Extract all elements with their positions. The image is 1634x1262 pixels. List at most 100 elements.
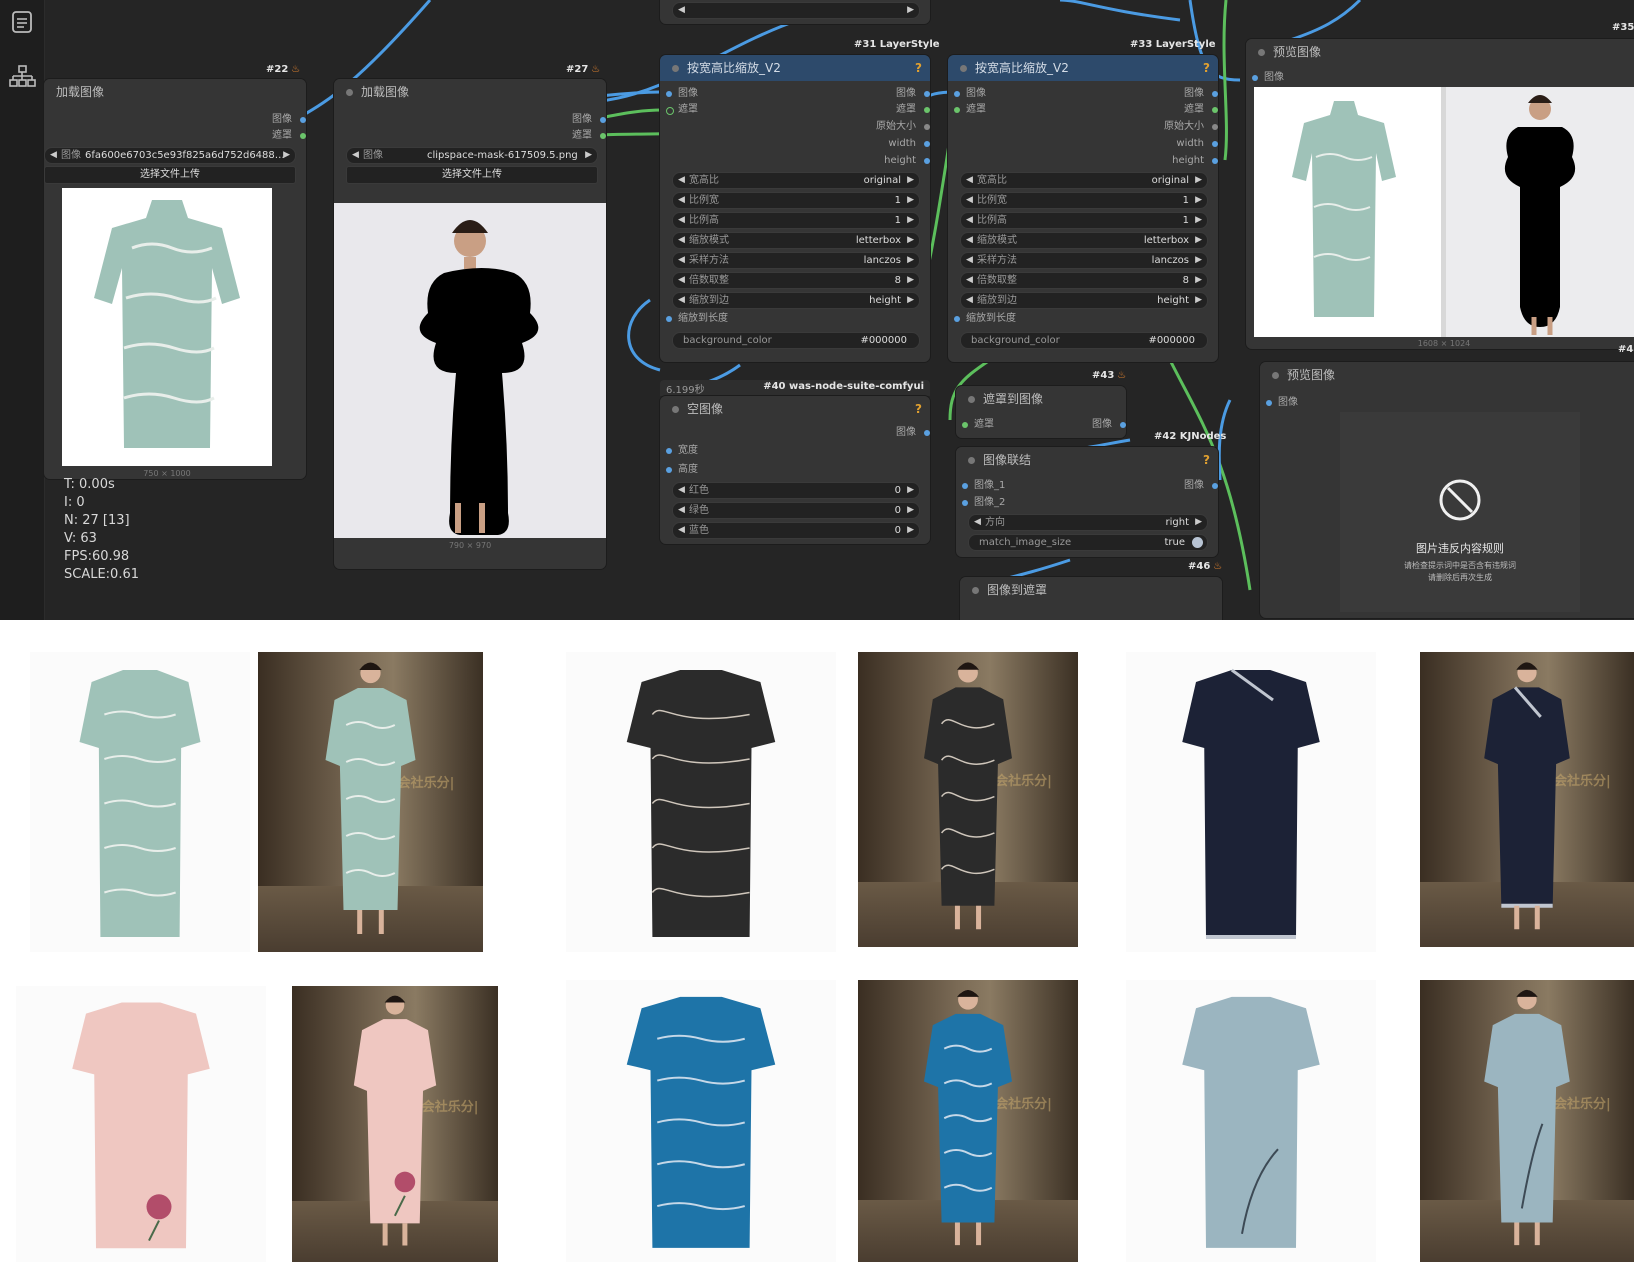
output-height[interactable]: height — [884, 154, 930, 168]
output-image[interactable]: 图像 — [1184, 87, 1218, 101]
stat-time: T: 0.00s — [64, 477, 115, 492]
stat-fps: FPS:60.98 — [64, 549, 130, 564]
image-file-select[interactable]: ◀ 图像 6fa600e6703c5e93f825a6d752d6488… ▶ — [44, 147, 296, 164]
input-image[interactable]: 图像 — [1266, 396, 1298, 410]
node-title[interactable]: 预览图像 — [1260, 362, 1634, 388]
round-multiple-widget[interactable]: ◀ 倍数取整 8 ▶ — [960, 272, 1208, 289]
input-mask[interactable]: 遮罩 — [962, 418, 994, 432]
image-file-select[interactable]: ◀ 图像 clipspace-mask-617509.5.png ▶ — [346, 147, 598, 164]
loaded-image-masked-model — [334, 203, 606, 538]
load-image-node-22[interactable]: 加载图像 图像 遮罩 ◀ 图像 6fa600e6703c5e93f825a6d75… — [44, 79, 306, 479]
output-width[interactable]: width — [888, 137, 930, 151]
aspect-ratio-widget[interactable]: ◀ 宽高比 original ▶ — [672, 172, 920, 189]
scale-by-aspect-node-33[interactable]: 按宽高比缩放_V2? 图像 遮罩 图像 遮罩 原始大小 width height… — [948, 55, 1218, 362]
scale-to-side-widget[interactable]: ◀ 缩放到边 height ▶ — [960, 292, 1208, 309]
blocked-line2: 请删除后再次生成 — [1428, 573, 1492, 582]
output-original-size[interactable]: 原始大小 — [876, 120, 930, 134]
output-image[interactable]: 图像 — [572, 113, 606, 127]
node-title[interactable]: 图像到遮罩 — [960, 577, 1222, 603]
ratio-width-widget[interactable]: ◀ 比例宽 1 ▶ — [960, 192, 1208, 209]
ratio-width-widget[interactable]: ◀ 比例宽 1 ▶ — [672, 192, 920, 209]
output-mask[interactable]: 遮罩 — [1184, 103, 1218, 117]
product-photo-6 — [1126, 980, 1376, 1262]
node-title[interactable]: 加载图像 — [44, 79, 306, 105]
input-image[interactable]: 图像 — [954, 87, 986, 101]
empty-image-node-40[interactable]: 空图像? 图像 宽度 高度 ◀ 红色 0 ▶ ◀ 绿色 0 ▶ ◀ 蓝色 0 ▶ — [660, 396, 930, 544]
node-title-text: 预览图像 — [1273, 45, 1322, 59]
upload-button[interactable]: 选择文件上传 — [44, 166, 296, 184]
value-widget[interactable]: ◀ ▶ — [672, 2, 920, 19]
comfyui-canvas[interactable]: #22 ♨ 加载图像 图像 遮罩 ◀ 图像 6fa600e6703c5e93f825… — [0, 0, 1634, 620]
output-height[interactable]: height — [1172, 154, 1218, 168]
input-mask[interactable]: 遮罩 — [666, 103, 698, 117]
preview-image-node-35[interactable]: 预览图像 图像 1608 × 1024 — [1246, 39, 1634, 349]
input-scale-length[interactable]: 缩放到长度 — [666, 312, 728, 326]
node-title[interactable]: 空图像? — [660, 396, 930, 422]
ratio-height-widget[interactable]: ◀ 比例高 1 ▶ — [960, 212, 1208, 229]
output-mask[interactable]: 遮罩 — [896, 103, 930, 117]
output-image[interactable]: 图像 — [1092, 418, 1126, 432]
output-image[interactable]: 图像 — [896, 87, 930, 101]
blue-widget[interactable]: ◀ 蓝色 0 ▶ — [672, 522, 920, 539]
input-mask[interactable]: 遮罩 — [954, 103, 986, 117]
input-image-1[interactable]: 图像_1 — [962, 479, 1005, 493]
aspect-ratio-widget[interactable]: ◀ 宽高比 original ▶ — [960, 172, 1208, 189]
ratio-height-widget[interactable]: ◀ 比例高 1 ▶ — [672, 212, 920, 229]
toggle-knob[interactable] — [1192, 537, 1203, 548]
input-scale-length[interactable]: 缩放到长度 — [954, 312, 1016, 326]
value-node-partial[interactable]: ◀ ▶ — [660, 0, 930, 24]
node-title[interactable]: 加载图像 — [334, 79, 606, 105]
direction-widget[interactable]: ◀ 方向 right ▶ — [968, 514, 1208, 531]
output-image[interactable]: 图像 — [896, 426, 930, 440]
model-result-photo-3: |·华会社乐分| — [1420, 652, 1634, 947]
node-tag-27: #27 ♨ — [566, 64, 601, 75]
input-image[interactable]: 图像 — [1252, 71, 1284, 85]
background-color-widget[interactable]: background_color #000000 — [960, 332, 1208, 349]
output-image[interactable]: 图像 — [272, 113, 306, 127]
image-concat-node-42[interactable]: 图像联结? 图像_1 图像_2 图像 ◀ 方向 right ▶ match_image… — [956, 447, 1218, 557]
scale-to-side-widget[interactable]: ◀ 缩放到边 height ▶ — [672, 292, 920, 309]
output-image[interactable]: 图像 — [1184, 479, 1218, 493]
node-title-text: 预览图像 — [1287, 368, 1336, 382]
node-tree-icon[interactable] — [6, 60, 38, 92]
input-height[interactable]: 高度 — [666, 463, 698, 477]
background-color-widget[interactable]: background_color #000000 — [672, 332, 920, 349]
round-multiple-widget[interactable]: ◀ 倍数取整 8 ▶ — [672, 272, 920, 289]
output-width[interactable]: width — [1176, 137, 1218, 151]
node-title-text: 按宽高比缩放_V2 — [975, 61, 1069, 75]
node-title-text: 图像到遮罩 — [987, 583, 1048, 597]
preview-image-node-44[interactable]: 预览图像 图像 图片违反内容规则 请检查提示词中是否含有违规词 请删除后再次生成 — [1260, 362, 1634, 618]
input-width[interactable]: 宽度 — [666, 444, 698, 458]
node-title[interactable]: 遮罩到图像 — [956, 386, 1126, 412]
node-exec-bar: 6.199秒 #40 was-node-suite-comfyui — [660, 380, 930, 396]
model-result-photo-2: |·华会社乐分| — [858, 652, 1078, 947]
node-title-text: 空图像 — [687, 402, 724, 416]
scale-mode-widget[interactable]: ◀ 缩放模式 letterbox ▶ — [960, 232, 1208, 249]
node-title[interactable]: 图像联结? — [956, 447, 1218, 473]
product-photo-3 — [1126, 652, 1376, 952]
mask-to-image-node-43[interactable]: 遮罩到图像 遮罩 图像 — [956, 386, 1126, 438]
scale-by-aspect-node-31[interactable]: 按宽高比缩放_V2? 图像 遮罩 图像 遮罩 原始大小 width height… — [660, 55, 930, 362]
node-title[interactable]: 按宽高比缩放_V2? — [660, 55, 930, 81]
product-photo-1 — [30, 652, 250, 952]
red-widget[interactable]: ◀ 红色 0 ▶ — [672, 482, 920, 499]
scale-mode-widget[interactable]: ◀ 缩放模式 letterbox ▶ — [672, 232, 920, 249]
output-original-size[interactable]: 原始大小 — [1164, 120, 1218, 134]
output-mask[interactable]: 遮罩 — [272, 129, 306, 143]
image-to-mask-node-46[interactable]: 图像到遮罩 — [960, 577, 1222, 620]
node-title[interactable]: 预览图像 — [1246, 39, 1634, 65]
input-image[interactable]: 图像 — [666, 87, 698, 101]
node-title[interactable]: 按宽高比缩放_V2? — [948, 55, 1218, 81]
sampling-method-widget[interactable]: ◀ 采样方法 lanczos ▶ — [672, 252, 920, 269]
document-icon[interactable] — [6, 6, 38, 38]
match-image-size-toggle[interactable]: match_image_size true — [968, 534, 1208, 551]
sampling-method-widget[interactable]: ◀ 采样方法 lanczos ▶ — [960, 252, 1208, 269]
load-image-node-27[interactable]: 加载图像 图像 遮罩 ◀ 图像 clipspace-mask-617509.5.p… — [334, 79, 606, 569]
output-mask[interactable]: 遮罩 — [572, 129, 606, 143]
node-title-text: 加载图像 — [56, 85, 105, 99]
input-image-2[interactable]: 图像_2 — [962, 496, 1005, 510]
blocked-line1: 请检查提示词中是否含有违规词 — [1404, 561, 1516, 570]
blocked-content-panel: 图片违反内容规则 请检查提示词中是否含有违规词 请删除后再次生成 — [1340, 412, 1580, 612]
green-widget[interactable]: ◀ 绿色 0 ▶ — [672, 502, 920, 519]
upload-button[interactable]: 选择文件上传 — [346, 166, 598, 184]
